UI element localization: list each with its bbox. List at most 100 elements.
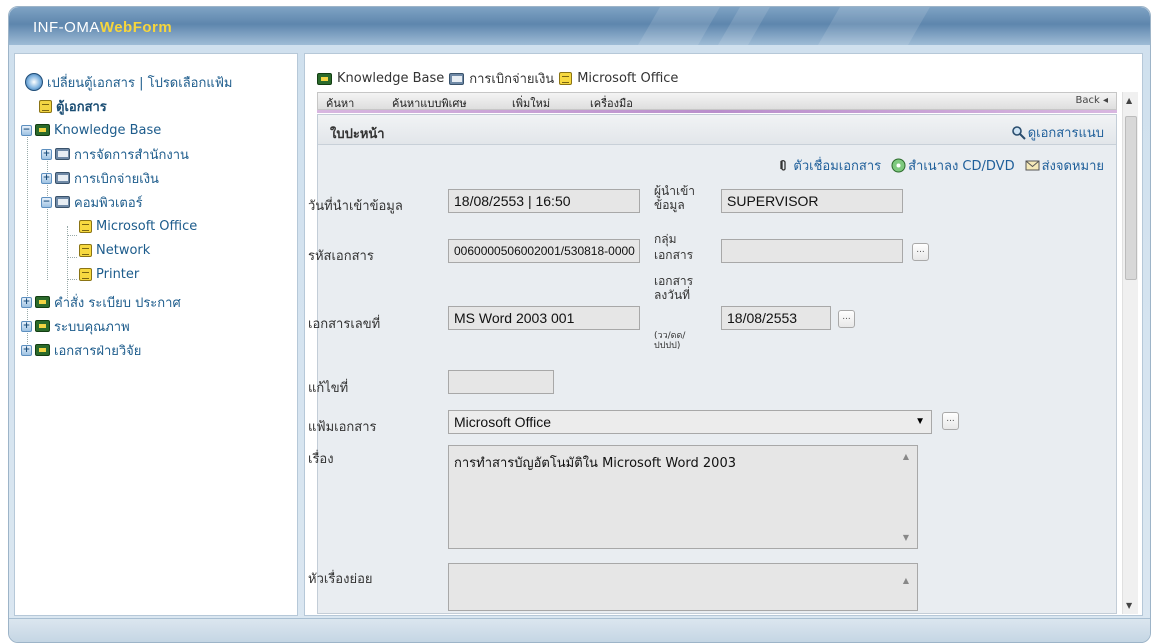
- tree-item-printer[interactable]: Printer: [79, 264, 139, 284]
- breadcrumb-item[interactable]: Microsoft Office: [577, 71, 678, 86]
- collapse-icon[interactable]: −: [21, 124, 32, 136]
- scroll-down-icon[interactable]: ▼: [1126, 601, 1132, 610]
- expand-icon[interactable]: +: [41, 148, 52, 160]
- folder-icon: [449, 72, 465, 85]
- tree-line: [67, 257, 77, 258]
- tree-item-disbursement[interactable]: + การเบิกจ่ายเงิน: [41, 168, 159, 188]
- subtopic-textarea[interactable]: ▲: [448, 563, 918, 611]
- tree-root[interactable]: ตู้เอกสาร: [39, 96, 107, 116]
- swap-cabinet-icon: [25, 73, 43, 91]
- book-icon: [35, 344, 50, 356]
- tree-item-microsoft-office[interactable]: Microsoft Office: [79, 216, 197, 236]
- vertical-scrollbar[interactable]: ▲ ▼: [1122, 92, 1138, 614]
- book-icon: [35, 296, 50, 308]
- tree-item-office-management[interactable]: + การจัดการสำนักงาน: [41, 144, 189, 164]
- link-docs-link[interactable]: ตัวเชื่อมเอกสาร: [776, 155, 881, 176]
- doc-date-hint-2: ปปปป): [654, 341, 681, 351]
- tree-item-orders[interactable]: + คำสั่ง ระเบียบ ประกาศ: [21, 292, 181, 312]
- change-cabinet-link[interactable]: เปลี่ยนตู้เอกสาร | โปรดเลือกแฟ้ม: [25, 72, 233, 92]
- action-links: ตัวเชื่อมเอกสาร สำเนาลง CD/DVD ส่งจดหมาย: [776, 155, 1104, 176]
- send-mail-link[interactable]: ส่งจดหมาย: [1025, 155, 1104, 176]
- breadcrumb: Knowledge Base การเบิกจ่ายเงิน Microsoft…: [317, 68, 678, 89]
- subtopic-label: หัวเรื่องย่อย: [308, 572, 373, 587]
- doc-no-field[interactable]: MS Word 2003 001: [448, 306, 640, 330]
- view-attachments-label: ดูเอกสารแนบ: [1027, 126, 1104, 141]
- paperclip-icon: [776, 158, 791, 173]
- folder-icon: [55, 148, 70, 160]
- tree-item-label: Network: [96, 242, 151, 258]
- subject-label: เรื่อง: [308, 452, 334, 467]
- tree-line: [67, 226, 68, 298]
- expand-icon[interactable]: +: [21, 320, 32, 332]
- importer-label-2: ข้อมูล: [654, 198, 685, 212]
- subject-value: การทำสารบัญอัตโนมัติใน Microsoft Word 20…: [454, 456, 736, 471]
- copy-cd-link[interactable]: สำเนาลง CD/DVD: [891, 155, 1015, 176]
- logo-text-b: WebForm: [99, 19, 173, 36]
- textarea-scroll-up-icon[interactable]: ▲: [903, 576, 909, 585]
- expand-icon[interactable]: +: [41, 172, 52, 184]
- chevron-down-icon: ▼: [915, 416, 925, 427]
- tree-line: [67, 279, 77, 280]
- doc-no-label: เอกสารเลขที่: [308, 317, 381, 332]
- tree-item-quality[interactable]: + ระบบคุณภาพ: [21, 316, 130, 336]
- tree-item-network[interactable]: Network: [79, 240, 150, 260]
- revision-field[interactable]: [448, 370, 554, 394]
- subject-textarea[interactable]: การทำสารบัญอัตโนมัติใน Microsoft Word 20…: [448, 445, 918, 549]
- app-logo: INF-OMAWebForm: [33, 19, 172, 36]
- app-window: INF-OMAWebForm เปลี่ยนตู้เอกสาร | โปรดเล…: [8, 6, 1151, 643]
- folder-select[interactable]: Microsoft Office ▼: [448, 410, 932, 434]
- expand-icon[interactable]: +: [21, 296, 32, 308]
- book-icon: [35, 320, 50, 332]
- doc-code-field[interactable]: 0060000506002001/530818-0000: [448, 239, 640, 263]
- scroll-up-icon[interactable]: ▲: [1126, 96, 1132, 105]
- change-cabinet-label: เปลี่ยนตู้เอกสาร | โปรดเลือกแฟ้ม: [47, 75, 233, 91]
- doc-code-label: รหัสเอกสาร: [308, 249, 374, 264]
- revision-label: แก้ไขที่: [308, 381, 349, 396]
- cd-icon: [891, 158, 906, 173]
- textarea-scroll-down-icon[interactable]: ▼: [903, 533, 909, 542]
- folder-icon: [55, 172, 70, 184]
- doc-group-label-1: กลุ่ม: [654, 232, 677, 246]
- tree-item-computer[interactable]: − คอมพิวเตอร์: [41, 192, 143, 212]
- date-picker-button[interactable]: ...: [838, 310, 855, 328]
- logo-text-a: INF-OMA: [33, 19, 100, 36]
- folder-tree: เปลี่ยนตู้เอกสาร | โปรดเลือกแฟ้ม ตู้เอกส…: [14, 53, 298, 616]
- tree-item-knowledge-base[interactable]: − Knowledge Base: [21, 120, 161, 140]
- import-date-field[interactable]: 18/08/2553 | 16:50: [448, 189, 640, 213]
- doc-group-label-2: เอกสาร: [654, 248, 694, 262]
- decor-stripe: [718, 7, 770, 45]
- copy-cd-label: สำเนาลง CD/DVD: [908, 159, 1015, 174]
- collapse-icon[interactable]: −: [41, 196, 52, 208]
- doc-group-picker-button[interactable]: ...: [912, 243, 929, 261]
- importer-field[interactable]: SUPERVISOR: [721, 189, 903, 213]
- expand-icon[interactable]: +: [21, 344, 32, 356]
- importer-label-1: ผู้นำเข้า: [654, 184, 696, 198]
- tree-item-research[interactable]: + เอกสารฝ่ายวิจัย: [21, 340, 141, 360]
- doc-date-label-2: ลงวันที่: [654, 288, 691, 302]
- folder-picker-button[interactable]: ...: [942, 412, 959, 430]
- textarea-scroll-up-icon[interactable]: ▲: [903, 452, 909, 461]
- folder-open-icon: [55, 196, 70, 208]
- tree-line: [67, 235, 77, 236]
- tree-item-label: คำสั่ง ระเบียบ ประกาศ: [54, 295, 181, 311]
- toolbar-accent: [317, 110, 1117, 113]
- document-icon: [79, 219, 92, 233]
- tree-item-label: Knowledge Base: [54, 122, 162, 138]
- doc-date-field[interactable]: 18/08/2553: [721, 306, 831, 330]
- breadcrumb-item[interactable]: การเบิกจ่ายเงิน: [469, 68, 554, 89]
- tree-item-label: คอมพิวเตอร์: [74, 195, 143, 211]
- tree-item-label: การเบิกจ่ายเงิน: [74, 171, 159, 187]
- back-button[interactable]: Back ◂: [1076, 95, 1108, 106]
- doc-group-field[interactable]: [721, 239, 903, 263]
- tree-item-label: การจัดการสำนักงาน: [74, 147, 189, 163]
- send-mail-label: ส่งจดหมาย: [1041, 159, 1104, 174]
- status-bar: [9, 618, 1150, 642]
- scrollbar-thumb[interactable]: [1125, 116, 1137, 280]
- import-date-label: วันที่นำเข้าข้อมูล: [308, 199, 403, 214]
- tree-root-label: ตู้เอกสาร: [56, 99, 107, 115]
- breadcrumb-item[interactable]: Knowledge Base: [337, 71, 444, 86]
- decor-stripe: [818, 7, 930, 45]
- doc-date-label-1: เอกสาร: [654, 274, 694, 288]
- envelope-icon: [1025, 158, 1040, 173]
- view-attachments-link[interactable]: ดูเอกสารแนบ: [1011, 122, 1104, 143]
